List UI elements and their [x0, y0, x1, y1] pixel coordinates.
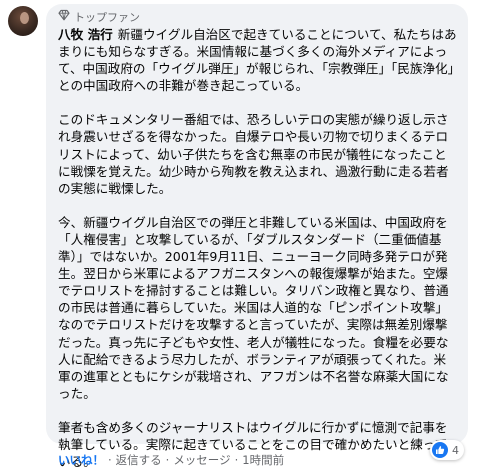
reply-button[interactable]: 返信する: [116, 452, 162, 468]
thumbs-up-icon: [432, 442, 448, 458]
reaction-count-label: 4: [452, 443, 459, 457]
diamond-icon: [58, 9, 70, 24]
message-button[interactable]: メッセージ: [173, 452, 230, 468]
avatar[interactable]: [8, 6, 38, 36]
comment-actions: いいね！ · 返信する · メッセージ · 1時間前: [58, 452, 284, 468]
author-name[interactable]: 八牧 浩行: [58, 27, 113, 42]
paragraph: 八牧 浩行 新疆ウイグル自治区で起きていることについて、私たちはあまりにも知らなす…: [58, 26, 458, 94]
comment-body: 八牧 浩行 新疆ウイグル自治区で起きていることについて、私たちはあまりにも知らなす…: [58, 26, 458, 470]
avatar-face: [20, 12, 29, 24]
badge-label: トップファン: [74, 10, 140, 24]
top-fan-badge: トップファン: [58, 9, 458, 24]
separator: ·: [165, 453, 170, 467]
like-button[interactable]: いいね！: [58, 452, 104, 468]
paragraph: 今、新疆ウイグル自治区での弾圧と非難している米国は、中国政府を「人権侵害」と攻撃…: [58, 214, 449, 401]
comment-bubble: トップファン 八牧 浩行 新疆ウイグル自治区で起きていることについて、私たちはあま…: [46, 4, 468, 469]
separator: ·: [108, 453, 112, 467]
timestamp[interactable]: 1時間前: [242, 452, 284, 468]
separator: ·: [234, 453, 239, 467]
paragraph: このドキュメンタリー番組では、恐ろしいテロの実態が繰り返し示され身震いせざるを得…: [58, 112, 449, 196]
paragraph-text: 新疆ウイグル自治区で起きていることについて、私たちはあまりにも知らなすぎる。米国…: [58, 27, 457, 94]
reaction-count[interactable]: 4: [430, 440, 464, 460]
